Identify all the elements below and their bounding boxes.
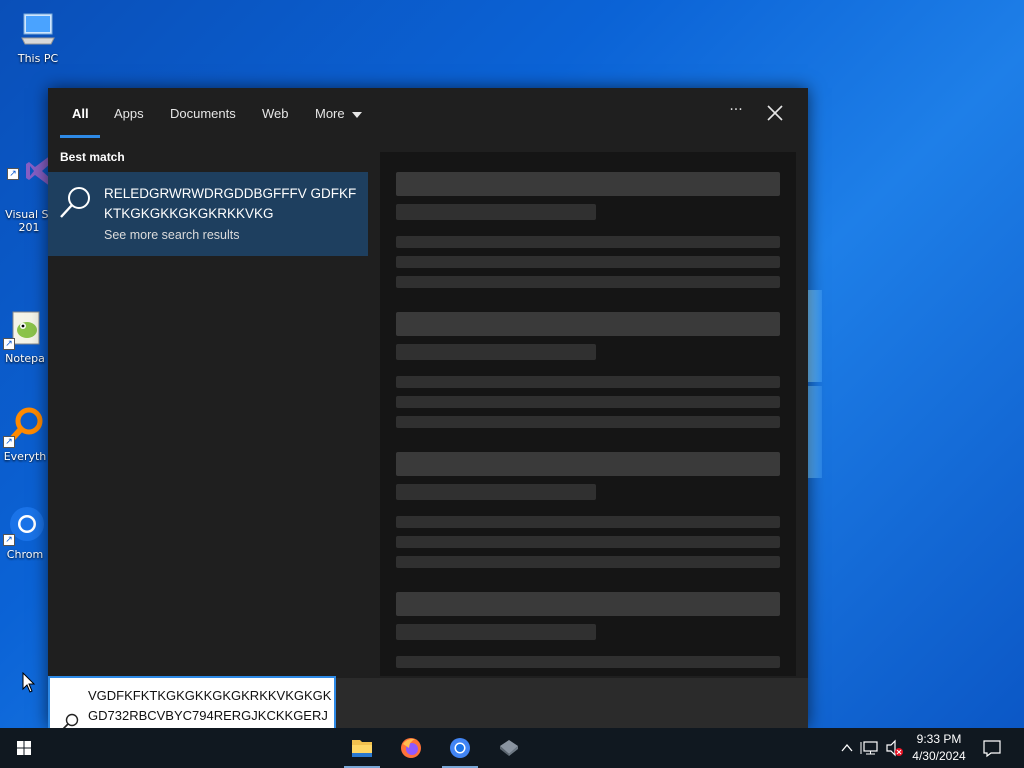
app-icon xyxy=(500,740,518,756)
loading-placeholder xyxy=(396,516,780,528)
chrome-icon: ↗ xyxy=(3,504,45,546)
clock[interactable]: 9:33 PM 4/30/2024 xyxy=(904,731,974,765)
see-more-results-link[interactable]: See more search results xyxy=(104,228,239,242)
network-button[interactable] xyxy=(860,728,882,768)
shortcut-arrow-icon: ↗ xyxy=(3,534,15,546)
wallpaper-light-beam xyxy=(808,386,822,478)
everything-icon: ↗ xyxy=(3,406,45,448)
tab-more[interactable]: More xyxy=(315,106,363,121)
loading-placeholder xyxy=(396,172,780,196)
file-explorer-icon xyxy=(352,740,372,757)
close-icon xyxy=(767,105,783,121)
search-icon xyxy=(58,184,94,220)
wallpaper-light-beam xyxy=(808,290,822,382)
taskbar-chrome[interactable] xyxy=(436,728,484,768)
loading-placeholder xyxy=(396,624,596,640)
loading-placeholder xyxy=(396,344,596,360)
desktop-icon-label: Chrom xyxy=(6,548,44,561)
tab-apps[interactable]: Apps xyxy=(114,106,144,121)
results-list: Best match RELEDGRWRWDRGDDBGFFFV GDFKFKT… xyxy=(48,138,370,678)
loading-placeholder xyxy=(396,376,780,388)
notepad-plus-icon: ↗ xyxy=(3,308,45,350)
taskbar-firefox[interactable] xyxy=(387,728,435,768)
loading-placeholder xyxy=(396,452,780,476)
mouse-pointer-icon xyxy=(22,671,36,698)
loading-placeholder xyxy=(396,592,780,616)
loading-placeholder xyxy=(396,484,596,500)
clock-time: 9:33 PM xyxy=(916,732,962,746)
more-options-button[interactable]: ··· xyxy=(724,102,748,124)
loading-placeholder xyxy=(396,204,596,220)
chrome-icon xyxy=(450,738,470,758)
desktop-icon-this-pc[interactable]: This PC xyxy=(0,8,76,65)
search-panel: All Apps Documents Web More ··· Best mat… xyxy=(48,88,808,728)
search-tabs: All Apps Documents Web More ··· xyxy=(48,88,808,138)
desktop-icon-label: This PC xyxy=(17,52,59,65)
tab-more-label: More xyxy=(315,106,345,121)
loading-placeholder xyxy=(396,276,780,288)
shortcut-arrow-icon: ↗ xyxy=(3,436,15,448)
firefox-icon xyxy=(401,738,421,758)
network-icon xyxy=(860,741,878,755)
chevron-up-icon xyxy=(841,743,853,752)
desktop-icon-label: Notepa xyxy=(5,352,45,365)
pc-icon xyxy=(18,8,58,48)
shortcut-arrow-icon: ↗ xyxy=(7,168,19,180)
volume-muted-icon xyxy=(886,739,903,757)
loading-placeholder xyxy=(396,556,780,568)
show-hidden-icons-button[interactable] xyxy=(838,728,856,768)
preview-pane-loading xyxy=(380,152,796,676)
loading-placeholder xyxy=(396,256,780,268)
taskbar: 9:33 PM 4/30/2024 xyxy=(0,728,1024,768)
close-button[interactable] xyxy=(762,100,788,126)
visual-studio-icon: ↗ xyxy=(7,138,58,187)
windows-logo-icon xyxy=(17,741,31,755)
desktop-icon-everything[interactable]: ↗ Everyth xyxy=(0,406,50,463)
shortcut-arrow-icon: ↗ xyxy=(3,338,15,350)
tab-web[interactable]: Web xyxy=(262,106,289,121)
volume-button[interactable] xyxy=(884,728,906,768)
loading-placeholder xyxy=(396,312,780,336)
action-center-button[interactable] xyxy=(978,728,1006,768)
loading-placeholder xyxy=(396,396,780,408)
desktop-icon-label: Everyth xyxy=(3,450,47,463)
chevron-down-icon xyxy=(352,111,363,118)
loading-placeholder xyxy=(396,236,780,248)
notifications-icon xyxy=(983,740,1001,758)
loading-placeholder xyxy=(396,656,780,668)
best-match-title: RELEDGRWRWDRGDDBGFFFV GDFKFKTKGKGKKGKGKR… xyxy=(104,186,357,221)
desktop-icon-chrome[interactable]: ↗ Chrom xyxy=(0,504,50,561)
taskbar-file-explorer[interactable] xyxy=(338,728,386,768)
tab-all[interactable]: All xyxy=(72,106,89,121)
loading-placeholder xyxy=(396,416,780,428)
loading-placeholder xyxy=(396,536,780,548)
taskbar-app[interactable] xyxy=(485,728,533,768)
tab-documents[interactable]: Documents xyxy=(170,106,236,121)
clock-date: 4/30/2024 xyxy=(912,749,966,763)
desktop-icon-notepad-plus[interactable]: ↗ Notepa xyxy=(0,308,50,365)
start-button[interactable] xyxy=(0,728,48,768)
best-match-heading: Best match xyxy=(60,150,125,164)
best-match-result[interactable]: RELEDGRWRWDRGDDBGFFFV GDFKFKTKGKGKKGKGKR… xyxy=(48,172,368,256)
